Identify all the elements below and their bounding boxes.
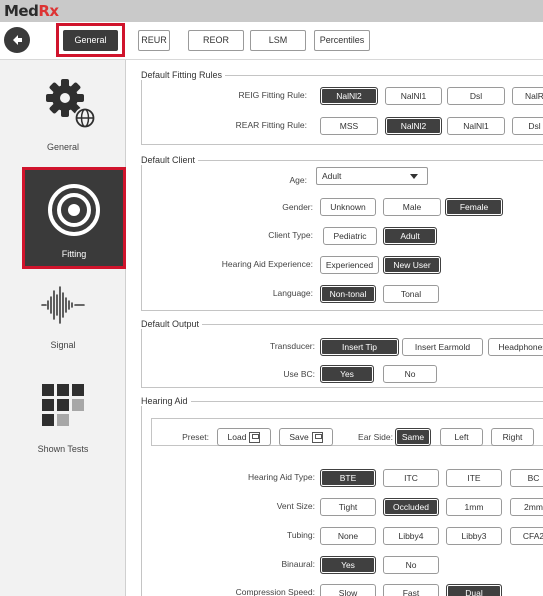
save-button[interactable]: Save — [279, 428, 333, 446]
compression-option[interactable]: Fast — [383, 584, 439, 596]
ear-side-option[interactable]: Same — [395, 428, 431, 446]
ha-type-option[interactable]: BC — [510, 469, 543, 487]
tab-percentiles[interactable]: Percentiles — [314, 30, 370, 51]
ha-type-label: Hearing Aid Type: — [248, 472, 315, 482]
floppy-icon — [311, 432, 323, 444]
compression-label: Compression Speed: — [235, 587, 315, 596]
top-toolbar: General REUR REOR LSM Percentiles — [0, 22, 543, 60]
fitting-rules-title: Default Fitting Rules — [141, 70, 223, 80]
target-icon — [48, 184, 100, 236]
reig-label: REIG Fitting Rule: — [238, 90, 308, 100]
client-title: Default Client — [141, 155, 196, 165]
sidebar-label-general: General — [46, 142, 80, 152]
rear-option[interactable]: NalNl2 — [385, 117, 442, 135]
experience-option[interactable]: New User — [383, 256, 441, 274]
age-dropdown[interactable]: Adult — [316, 167, 428, 185]
load-label: Load — [227, 432, 247, 442]
transducer-option[interactable]: Insert Tip — [320, 338, 399, 356]
floppy-icon — [249, 432, 261, 444]
save-label: Save — [289, 432, 309, 442]
compression-option[interactable]: Dual — [446, 584, 502, 596]
transducer-option[interactable]: Insert Earmold — [402, 338, 483, 356]
age-label: Age: — [289, 175, 308, 185]
rear-option[interactable]: MSS — [320, 117, 378, 135]
vent-size-option[interactable]: 2mm — [510, 498, 543, 516]
compression-option[interactable]: Slow — [320, 584, 376, 596]
sidebar-label-signal: Signal — [50, 340, 76, 350]
use-bc-label: Use BC: — [283, 369, 315, 379]
client-type-label: Client Type: — [268, 230, 313, 240]
tubing-option[interactable]: Libby4 — [383, 527, 439, 545]
sidebar-label-fitting: Fitting — [61, 249, 87, 259]
tubing-option[interactable]: None — [320, 527, 376, 545]
preset-label: Preset: — [182, 432, 209, 442]
age-value: Adult — [322, 171, 342, 181]
grid-icon — [42, 384, 84, 426]
arrow-left-icon — [13, 35, 22, 45]
reig-option[interactable]: NalR — [512, 87, 543, 105]
settings-panel: Default Fitting Rules REIG Fitting Rule:… — [127, 60, 543, 596]
app-logo: MedRx — [4, 2, 59, 20]
sidebar-item-general[interactable]: General — [0, 60, 126, 165]
reig-option[interactable]: NalNl1 — [385, 87, 442, 105]
load-button[interactable]: Load — [217, 428, 271, 446]
binaural-label: Binaural: — [281, 559, 315, 569]
reig-option[interactable]: NalNl2 — [320, 87, 378, 105]
ha-type-option[interactable]: ITE — [446, 469, 502, 487]
gender-option[interactable]: Female — [445, 198, 503, 216]
tubing-option[interactable]: Libby3 — [446, 527, 502, 545]
use-bc-option[interactable]: No — [383, 365, 437, 383]
tubing-option[interactable]: CFA2 — [510, 527, 543, 545]
sidebar-item-shown-tests[interactable]: Shown Tests — [0, 378, 126, 458]
experience-option[interactable]: Experienced — [320, 256, 379, 274]
reig-option[interactable]: Dsl — [447, 87, 505, 105]
rear-option[interactable]: NalNl1 — [447, 117, 505, 135]
ear-side-option[interactable]: Left — [440, 428, 483, 446]
experience-label: Hearing Aid Experience: — [221, 259, 313, 269]
sidebar: General Fitting Signal Shown Tests — [0, 60, 126, 596]
tubing-label: Tubing: — [286, 530, 315, 540]
hearing-aid-title: Hearing Aid — [141, 396, 188, 406]
waveform-icon — [41, 286, 85, 324]
ha-type-option[interactable]: BTE — [320, 469, 376, 487]
ear-side-label: Ear Side: — [358, 432, 393, 442]
vent-size-option[interactable]: Tight — [320, 498, 376, 516]
client-type-option[interactable]: Adult — [383, 227, 437, 245]
ha-type-option[interactable]: ITC — [383, 469, 439, 487]
vent-size-option[interactable]: 1mm — [446, 498, 502, 516]
gender-option[interactable]: Male — [383, 198, 441, 216]
sidebar-item-fitting[interactable]: Fitting — [22, 167, 126, 269]
use-bc-option[interactable]: Yes — [320, 365, 374, 383]
sidebar-label-shown-tests: Shown Tests — [37, 444, 89, 454]
language-label: Language: — [272, 288, 313, 298]
back-button[interactable] — [4, 27, 30, 53]
gender-label: Gender: — [282, 202, 313, 212]
ear-side-option[interactable]: Right — [491, 428, 534, 446]
gender-option[interactable]: Unknown — [320, 198, 376, 216]
rear-label: REAR Fitting Rule: — [235, 120, 307, 130]
tab-reur[interactable]: REUR — [138, 30, 170, 51]
tab-reor[interactable]: REOR — [188, 30, 244, 51]
transducer-label: Transducer: — [269, 341, 315, 351]
title-bar: MedRx — [0, 0, 543, 22]
caret-down-icon — [410, 174, 418, 179]
language-option[interactable]: Non-tonal — [320, 285, 376, 303]
vent-size-label: Vent Size: — [276, 501, 315, 511]
vent-size-option[interactable]: Occluded — [383, 498, 439, 516]
language-option[interactable]: Tonal — [383, 285, 439, 303]
client-type-option[interactable]: Pediatric — [323, 227, 377, 245]
tab-general[interactable]: General — [63, 30, 118, 51]
binaural-option[interactable]: Yes — [320, 556, 376, 574]
sidebar-item-signal[interactable]: Signal — [0, 275, 126, 355]
tab-lsm[interactable]: LSM — [250, 30, 306, 51]
gear-globe-icon — [46, 79, 96, 129]
rear-option[interactable]: Dsl — [512, 117, 543, 135]
binaural-option[interactable]: No — [383, 556, 439, 574]
transducer-option[interactable]: Headphones — [488, 338, 543, 356]
output-title: Default Output — [141, 319, 200, 329]
